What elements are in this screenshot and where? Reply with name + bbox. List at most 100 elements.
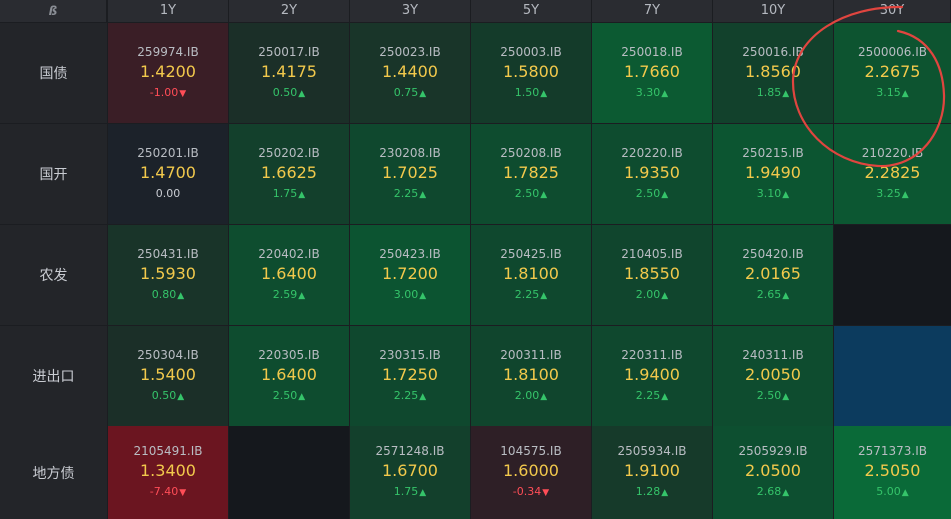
bond-cell[interactable]: 200311.IB 1.8100 2.00▲ bbox=[471, 326, 591, 426]
bond-cell[interactable]: 2571373.IB 2.5050 5.00▲ bbox=[834, 426, 951, 519]
bond-code: 200311.IB bbox=[500, 347, 562, 362]
bond-code: 250017.IB bbox=[258, 44, 320, 59]
triangle-up-icon: ▲ bbox=[298, 290, 306, 301]
bond-yield: 1.6400 bbox=[261, 263, 317, 283]
bond-cell[interactable]: 210220.IB 2.2825 3.25▲ bbox=[834, 124, 951, 224]
triangle-up-icon: ▲ bbox=[419, 391, 427, 402]
bond-change: 3.30▲ bbox=[636, 84, 668, 103]
bond-code: 250202.IB bbox=[258, 145, 320, 160]
bond-code: 250018.IB bbox=[621, 44, 683, 59]
bond-cell[interactable]: 240311.IB 2.0050 2.50▲ bbox=[713, 326, 833, 426]
row-label: 进出口 bbox=[0, 326, 107, 426]
bond-cell[interactable]: 2505934.IB 1.9100 1.28▲ bbox=[592, 426, 712, 519]
triangle-up-icon: ▲ bbox=[298, 88, 306, 99]
bond-cell[interactable]: 250423.IB 1.7200 3.00▲ bbox=[350, 225, 470, 325]
bond-cell[interactable]: 250304.IB 1.5400 0.50▲ bbox=[108, 326, 228, 426]
bond-cell[interactable]: 250202.IB 1.6625 1.75▲ bbox=[229, 124, 349, 224]
bond-yield: 1.4400 bbox=[382, 61, 438, 81]
bond-yield: 1.4700 bbox=[140, 163, 196, 182]
bond-yield: 1.7660 bbox=[624, 61, 680, 81]
bond-cell[interactable]: 230315.IB 1.7250 2.25▲ bbox=[350, 326, 470, 426]
bond-yield: 1.8560 bbox=[745, 61, 801, 81]
bond-cell[interactable]: 2571248.IB 1.6700 1.75▲ bbox=[350, 426, 470, 519]
bond-yield: 1.5400 bbox=[140, 364, 196, 384]
bond-change: 2.50▲ bbox=[273, 387, 305, 406]
bond-cell[interactable]: 220402.IB 1.6400 2.59▲ bbox=[229, 225, 349, 325]
bond-cell[interactable]: 250425.IB 1.8100 2.25▲ bbox=[471, 225, 591, 325]
bond-change: 3.25▲ bbox=[876, 185, 908, 204]
bond-code: 250304.IB bbox=[137, 347, 199, 362]
bond-cell[interactable]: 250208.IB 1.7825 2.50▲ bbox=[471, 124, 591, 224]
bond-change-value: -1.00 bbox=[149, 85, 179, 99]
tenor-header-10y[interactable]: 10Y bbox=[713, 0, 834, 22]
bond-cell[interactable]: 220220.IB 1.9350 2.50▲ bbox=[592, 124, 712, 224]
bond-change: 3.00▲ bbox=[394, 286, 426, 305]
bond-yield: 1.5930 bbox=[140, 263, 196, 283]
bond-cell[interactable]: 250018.IB 1.7660 3.30▲ bbox=[592, 23, 712, 123]
bond-change: 3.15▲ bbox=[876, 84, 908, 103]
bond-cell[interactable]: 250017.IB 1.4175 0.50▲ bbox=[229, 23, 349, 123]
bond-change-value: 1.28 bbox=[635, 485, 661, 498]
triangle-up-icon: ▲ bbox=[419, 88, 427, 99]
yield-matrix: ß 1Y 2Y 3Y 5Y 7Y 10Y 30Y 国债 259974.IB 1.4200 -1.00▼… bbox=[0, 0, 951, 519]
bond-cell[interactable]: 220311.IB 1.9400 2.25▲ bbox=[592, 326, 712, 426]
bond-change: -1.00▼ bbox=[150, 84, 186, 103]
bond-cell[interactable]: 250201.IB 1.4700 0.00 bbox=[108, 124, 228, 224]
bond-cell[interactable]: 2505929.IB 2.0500 2.68▲ bbox=[713, 426, 833, 519]
bond-code: 250016.IB bbox=[742, 44, 804, 59]
bond-change: 2.25▲ bbox=[394, 387, 426, 406]
bond-cell[interactable]: 104575.IB 1.6000 -0.34▼ bbox=[471, 426, 591, 519]
triangle-up-icon: ▲ bbox=[782, 391, 790, 402]
bond-cell[interactable]: 250016.IB 1.8560 1.85▲ bbox=[713, 23, 833, 123]
bond-change-value: 2.50 bbox=[272, 388, 298, 402]
tenor-header-7y[interactable]: 7Y bbox=[592, 0, 713, 22]
tenor-header-2y[interactable]: 2Y bbox=[229, 0, 350, 22]
bond-yield: 1.9400 bbox=[624, 364, 680, 384]
empty-cell bbox=[834, 326, 951, 426]
bond-cell[interactable]: 230208.IB 1.7025 2.25▲ bbox=[350, 124, 470, 224]
triangle-up-icon: ▲ bbox=[782, 189, 790, 200]
triangle-up-icon: ▲ bbox=[901, 88, 909, 99]
tenor-header-30y[interactable]: 30Y bbox=[834, 0, 951, 22]
triangle-up-icon: ▲ bbox=[661, 88, 669, 99]
bond-cell[interactable]: 220305.IB 1.6400 2.50▲ bbox=[229, 326, 349, 426]
tenor-header-3y[interactable]: 3Y bbox=[350, 0, 471, 22]
triangle-up-icon: ▲ bbox=[661, 290, 669, 301]
triangle-up-icon: ▲ bbox=[177, 391, 185, 402]
triangle-up-icon: ▲ bbox=[419, 189, 427, 200]
bond-cell[interactable]: 250023.IB 1.4400 0.75▲ bbox=[350, 23, 470, 123]
tenor-header-1y[interactable]: 1Y bbox=[108, 0, 229, 22]
bond-change-value: 1.50 bbox=[514, 85, 540, 99]
row-label: 农发 bbox=[0, 225, 107, 325]
bond-yield: 1.9100 bbox=[624, 461, 680, 480]
triangle-up-icon: ▲ bbox=[661, 391, 669, 402]
bond-code: 250215.IB bbox=[742, 145, 804, 160]
bond-code: 220402.IB bbox=[258, 246, 320, 261]
bond-yield: 1.9350 bbox=[624, 162, 680, 182]
bond-yield: 1.8100 bbox=[503, 263, 559, 283]
bond-change-value: 2.00 bbox=[635, 287, 661, 301]
bond-change-value: 3.30 bbox=[635, 85, 661, 99]
bond-change-value: 3.25 bbox=[876, 186, 901, 200]
bond-cell[interactable]: 2500006.IB 2.2675 3.15▲ bbox=[834, 23, 951, 123]
bond-code: 250420.IB bbox=[742, 246, 804, 261]
bond-cell[interactable]: 250003.IB 1.5800 1.50▲ bbox=[471, 23, 591, 123]
bond-yield: 1.9490 bbox=[745, 162, 801, 182]
bond-change: 2.00▲ bbox=[515, 387, 547, 406]
bond-cell[interactable]: 210405.IB 1.8550 2.00▲ bbox=[592, 225, 712, 325]
bond-yield: 2.0500 bbox=[745, 461, 801, 480]
triangle-up-icon: ▲ bbox=[298, 189, 306, 200]
bond-cell[interactable]: 2105491.IB 1.3400 -7.40▼ bbox=[108, 426, 228, 519]
bond-cell[interactable]: 250431.IB 1.5930 0.80▲ bbox=[108, 225, 228, 325]
corner-logo-icon: ß bbox=[0, 0, 107, 22]
bond-change: 3.10▲ bbox=[757, 185, 789, 204]
bond-code: 230315.IB bbox=[379, 347, 441, 362]
bond-cell[interactable]: 259974.IB 1.4200 -1.00▼ bbox=[108, 23, 228, 123]
tenor-header-5y[interactable]: 5Y bbox=[471, 0, 592, 22]
triangle-up-icon: ▲ bbox=[782, 290, 790, 301]
bond-yield: 2.2825 bbox=[864, 162, 921, 182]
bond-cell[interactable]: 250420.IB 2.0165 2.65▲ bbox=[713, 225, 833, 325]
bond-cell[interactable]: 250215.IB 1.9490 3.10▲ bbox=[713, 124, 833, 224]
bond-change: 2.68▲ bbox=[757, 483, 789, 502]
bond-change: 1.50▲ bbox=[515, 84, 547, 103]
